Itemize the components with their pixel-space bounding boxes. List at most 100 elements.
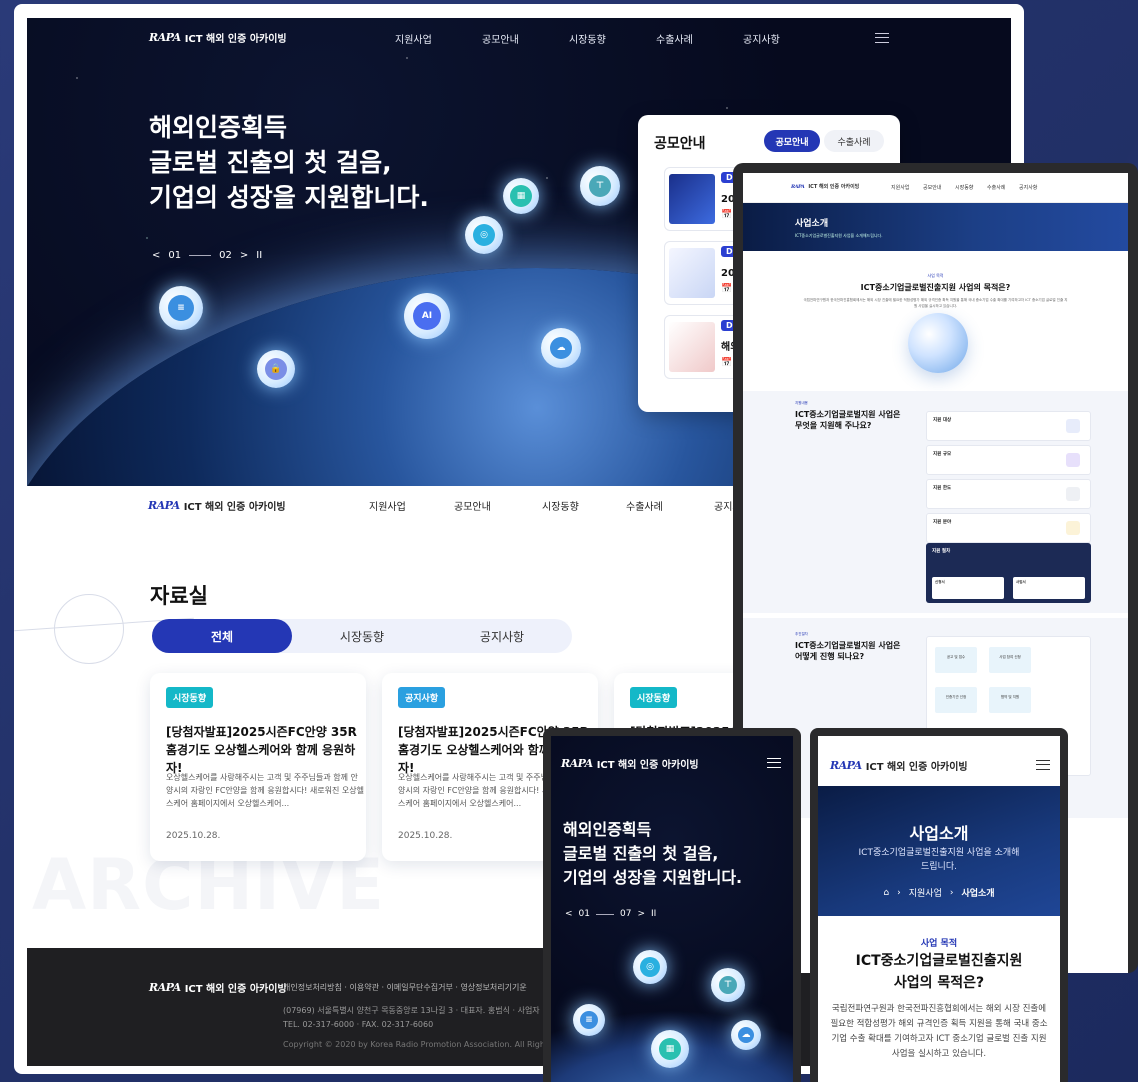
archive-card[interactable]: 시장동향 [당첨자발표]2025시즌FC안양 35R 홈경기도 오상헬스케어와 … [150,673,366,861]
database-icon: ≡ [580,1011,598,1029]
process-step: 공고 및 접수 [935,647,977,673]
hero-title-line: 해외인증획득 [149,113,288,142]
notice-thumbnail [669,322,715,372]
cloud-bubble-icon: ☁ [541,328,581,368]
nav-item-notice[interactable]: 공모안내 [923,184,941,191]
info-box-title: 지원 규모 [933,452,952,457]
ai-chip-icon: AI [413,302,441,330]
footer-logo[interactable]: RAPA ICT 해외 인증 아카이빙 [149,980,287,995]
nav-item-support[interactable]: 지원사업 [395,31,432,46]
server-icon: ▦ [510,185,532,207]
hero-pager: < 01 02 > II [152,250,262,261]
nav-item-market[interactable]: 시장동향 [955,184,973,191]
notice-title: 공모안내 [654,136,706,152]
pause-icon[interactable]: II [651,909,656,919]
logo-text: ICT 해외 인증 아카이빙 [183,502,286,513]
hero-title: 해외인증획득 글로벌 진출의 첫 걸음, 기업의 성장을 지원합니다. [563,818,742,890]
rapa-logo-mark: RAPA [791,183,805,190]
site-logo[interactable]: RAPA ICT 해외 인증 아카이빙 [830,758,968,773]
nav-item-announcement[interactable]: 공지사항 [1019,184,1037,191]
pager-total: 02 [219,250,232,261]
page-title: 사업소개 [909,824,969,843]
purpose-title: ICT중소기업글로벌진출지원 사업의 목적은? [860,283,1011,292]
tab-all[interactable]: 전체 [152,619,292,653]
database-bubble-icon: ≡ [159,286,203,330]
mobile-screen: RAPA ICT 해외 인증 아카이빙 사업소개 ICT중소기업글로벌진출지원 … [818,736,1060,1082]
nav-item-announcement[interactable]: 공지사항 [743,31,780,46]
nav-item-support[interactable]: 지원사업 [891,184,909,191]
tab-announcement[interactable]: 공지사항 [432,619,572,653]
breadcrumb-item[interactable]: 지원사업 [909,886,942,899]
purpose-label: 사업 목적 [920,939,958,949]
target-icon: ◎ [640,957,660,977]
satellite-bubble-icon: ⊤ [711,968,745,1002]
next-arrow-icon[interactable]: > [637,909,645,919]
section-label: 추진절차 [795,632,808,636]
tablet-nav: RAPA ICT 해외 인증 아카이빙 지원사업 공모안내 시장동향 수출사례 … [743,173,1128,203]
tab-market[interactable]: 시장동향 [292,619,432,653]
category-badge: 공지사항 [398,687,446,708]
nav-item-notice[interactable]: 공모안내 [482,31,519,46]
notice-tab-export[interactable]: 수출사례 [824,130,884,152]
card-date: 2025.10.28. [398,831,453,841]
globe-image [908,313,968,373]
lock-bubble-icon: 🔒 [257,350,295,388]
nav-item-notice[interactable]: 공모안내 [454,498,491,513]
satellite-icon: ⊤ [719,976,737,994]
logo-text: ICT 해외 인증 아카이빙 [184,34,287,45]
database-bubble-icon: ≡ [573,1004,605,1036]
target-icon [1066,419,1080,433]
server-bubble-icon: ▦ [651,1030,689,1068]
info-box-title: 지원 분야 [933,520,952,525]
prev-arrow-icon[interactable]: < [565,909,573,919]
notice-tab-active[interactable]: 공모안내 [764,130,820,152]
hamburger-menu-icon[interactable] [875,33,889,43]
purpose-description: 국립전파연구원과 한국전파진흥협회에서는 해외 시장 진출에 필요한 적합성평가… [830,1004,1048,1059]
nav-item-export[interactable]: 수출사례 [626,498,663,513]
page-title: 사업소개 [795,219,829,229]
procedure-item: 사업서 [1013,577,1085,599]
archive-title: 자료실 [150,584,208,608]
rapa-logo-mark: RAPA [561,757,593,770]
home-icon[interactable]: ⌂ [883,888,889,898]
section-label: 지원내용 [795,401,808,405]
mobile-mockup-hero: RAPA ICT 해외 인증 아카이빙 해외인증획득 글로벌 진출의 첫 걸음,… [543,728,801,1082]
card-title: [당첨자발표]2025시즌FC안양 35R 홈경기도 오상헬스케어와 함께 응원… [166,725,357,775]
purpose-label: 사업 목적 [927,273,944,278]
nav-item-market[interactable]: 시장동향 [542,498,579,513]
rapa-logo-mark: RAPA [149,31,181,44]
site-logo[interactable]: RAPA ICT 해외 인증 아카이빙 [148,498,286,513]
hero-title-line: 해외인증획득 [563,820,652,839]
site-logo[interactable]: RAPA ICT 해외 인증 아카이빙 [561,756,699,771]
satellite-icon: ⊤ [589,175,611,197]
pause-icon[interactable]: II [256,250,262,261]
purpose-title-line: 사업의 목적은? [893,975,985,991]
site-logo[interactable]: RAPA ICT 해외 인증 아카이빙 [791,183,859,191]
footer-copyright: Copyright © 2020 by Korea Radio Promotio… [283,1040,553,1049]
nav-item-export[interactable]: 수출사례 [656,31,693,46]
footer-links[interactable]: 개인정보처리방침 · 이용약관 · 이메일무단수집거부 · 영상정보처리기기운 [283,982,527,993]
next-arrow-icon[interactable]: > [240,250,248,261]
nav-item-support[interactable]: 지원사업 [369,498,406,513]
procedure-box: 지원 절차 신청서 사업서 [926,543,1091,603]
logo-text: ICT 해외 인증 아카이빙 [184,984,287,995]
info-box: 지원 분야 [926,513,1091,543]
nav-item-export[interactable]: 수출사례 [987,184,1005,191]
hamburger-menu-icon[interactable] [1036,760,1050,770]
logo-text: ICT 해외 인증 아카이빙 [865,762,968,773]
hamburger-menu-icon[interactable] [767,758,781,768]
server-bubble-icon: ▦ [503,178,539,214]
cloud-bubble-icon: ☁ [731,1020,761,1050]
category-badge: 시장동향 [630,687,678,708]
rapa-logo-mark: RAPA [149,981,181,994]
section-title: ICT중소기업글로벌지원 사업은 어떻게 진행 되나요? [795,641,901,661]
lock-icon: 🔒 [265,358,287,380]
nav-item-market[interactable]: 시장동향 [569,31,606,46]
purpose-title-line: ICT중소기업글로벌진출지원 [855,953,1023,969]
prev-arrow-icon[interactable]: < [152,250,160,261]
site-logo[interactable]: RAPA ICT 해외 인증 아카이빙 [149,30,287,45]
mobile-screen: RAPA ICT 해외 인증 아카이빙 해외인증획득 글로벌 진출의 첫 걸음,… [551,736,793,1082]
card-date: 2025.10.28. [166,831,221,841]
header-nav: RAPA ICT 해외 인증 아카이빙 지원사업 공모안내 시장동향 수출사례 … [27,18,1011,58]
info-box-title: 지원 한도 [933,486,952,491]
